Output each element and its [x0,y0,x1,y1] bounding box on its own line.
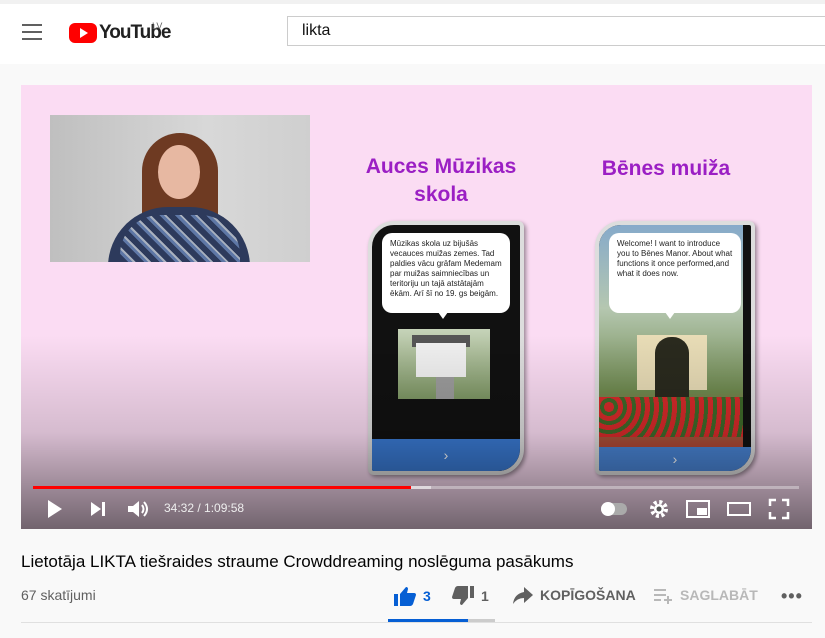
youtube-logo-icon [69,23,97,43]
view-count: 67 skatījumi [21,587,96,603]
save-button[interactable]: SAGLABĀT [652,585,758,605]
progress-bar[interactable] [33,486,799,489]
search-input[interactable] [288,17,825,45]
save-label: SAGLABĀT [680,587,758,603]
top-bar: YouTube LV [0,0,825,64]
play-icon[interactable] [45,497,65,521]
autoplay-toggle-icon[interactable] [601,502,627,516]
thumbs-down-icon [452,586,474,605]
video-title: Lietotāja LIKTA tiešraides straume Crowd… [21,552,574,571]
theater-mode-icon[interactable] [726,497,752,521]
like-count: 3 [423,588,431,604]
video-player[interactable]: Auces Mūzikas skola Bēnes muiža Mūzikas … [21,85,812,529]
country-code: LV [152,21,163,31]
next-icon[interactable] [87,497,109,521]
speech-bubble-right: Welcome! I want to introduce you to Bēne… [609,233,741,319]
volume-icon[interactable] [125,497,151,521]
save-playlist-icon [654,589,672,604]
slide-title-right: Bēnes muiža [601,157,731,180]
sentiment-bar [388,619,495,622]
menu-icon[interactable] [22,24,42,40]
search-box[interactable] [287,16,825,46]
divider [21,622,812,623]
share-label: KOPĪGOŠANA [540,587,636,603]
like-button[interactable]: 3 [393,585,431,607]
speech-bubble-left: Mūzikas skola uz bijušās vecauces muižas… [382,233,510,319]
fullscreen-icon[interactable] [767,497,791,521]
webcam-overlay [50,115,310,262]
slide-title-left: Auces Mūzikas skola [365,155,517,206]
top-border [0,0,825,4]
miniplayer-icon[interactable] [685,497,711,521]
sentiment-fill [388,619,469,622]
time-display: 34:32 / 1:09:58 [164,501,245,515]
share-arrow-icon [513,587,533,604]
progress-played [33,486,412,489]
dislike-button[interactable]: 1 [451,585,489,607]
settings-gear-icon[interactable] [647,497,671,521]
more-dots-icon[interactable]: ••• [781,586,803,607]
dislike-count: 1 [481,588,489,604]
share-button[interactable]: KOPĪGOŠANA [512,585,636,605]
thumbs-up-icon [394,587,416,606]
